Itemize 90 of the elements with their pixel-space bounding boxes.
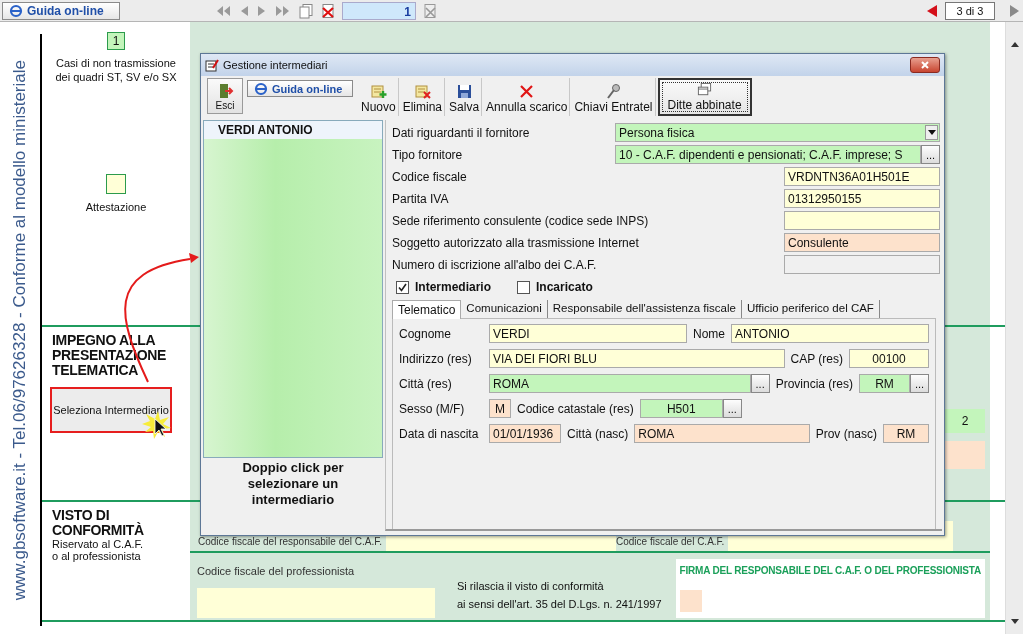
text-field[interactable]: ROMA xyxy=(634,424,810,443)
text-field[interactable]: M xyxy=(489,399,511,418)
section-subheading: Riservato al C.A.F. o al professionista xyxy=(51,538,145,562)
field-label: Attestazione xyxy=(85,200,147,214)
field-label: Sede riferimento consulente (codice sede INPS) xyxy=(392,213,650,228)
input-box[interactable] xyxy=(679,590,702,612)
number-field[interactable]: 1 xyxy=(107,32,125,50)
input-box[interactable] xyxy=(106,174,126,194)
field-label: Casi di non trasmissione dei quadri ST, SV e/o SX xyxy=(55,56,177,84)
key-icon xyxy=(604,83,622,100)
text-field[interactable] xyxy=(784,255,940,274)
scrollbar[interactable] xyxy=(1005,22,1023,634)
close-button[interactable] xyxy=(910,57,940,73)
field-label: Città (res) xyxy=(399,376,453,391)
delete-page-icon xyxy=(320,2,336,19)
close-icon xyxy=(920,60,930,70)
field-label: Città (nasc) xyxy=(567,426,629,441)
browse-button[interactable]: ... xyxy=(921,145,940,164)
delete-document-icon xyxy=(413,83,431,100)
check-icon xyxy=(398,282,407,292)
input-box[interactable] xyxy=(945,441,985,469)
previous-arrow-icon xyxy=(925,2,939,19)
text-field[interactable] xyxy=(784,211,940,230)
toolbar-button[interactable]: Salva xyxy=(447,78,483,116)
text-field[interactable]: 10 - C.A.F. dipendenti e pensionati; C.A.F. imprese; S xyxy=(615,145,921,164)
field-label: Sesso (M/F) xyxy=(399,401,466,416)
field-label: Codice fiscale del C.A.F. xyxy=(616,536,725,549)
field-label: Codice fiscale xyxy=(392,169,468,184)
field-label: Numero di iscrizione all'albo dei C.A.F. xyxy=(392,257,598,272)
text-field[interactable]: Consulente xyxy=(784,233,940,252)
dropdown-field[interactable]: Persona fisica xyxy=(615,123,940,142)
window-title: Gestione intermediari xyxy=(223,59,329,71)
field-label: Indirizzo (res) xyxy=(399,351,473,366)
windows-icon xyxy=(696,82,714,98)
browser-icon xyxy=(9,3,23,18)
section-heading: VISTO DI CONFORMITÀ xyxy=(51,508,145,538)
help-button[interactable]: Guida on-line xyxy=(247,80,353,97)
browser-icon xyxy=(254,81,268,96)
field-label: Codice catastale (res) xyxy=(517,401,634,416)
text-field[interactable]: ROMA xyxy=(489,374,751,393)
save-icon xyxy=(455,83,473,100)
help-button[interactable]: Guida on-line xyxy=(2,1,120,20)
text-field[interactable]: ANTONIO xyxy=(731,324,929,343)
select-button[interactable]: Seleziona Intermediario xyxy=(50,387,172,433)
text-field[interactable]: RM xyxy=(859,374,910,393)
text-field[interactable]: VIA DEI FIORI BLU xyxy=(489,349,785,368)
text-field[interactable]: VRDNTN36A01H501E xyxy=(784,167,940,186)
field-label: Codice fiscale del professionista xyxy=(197,565,356,579)
text-field[interactable]: VERDI xyxy=(489,324,687,343)
toolbar-button[interactable]: Elimina xyxy=(400,78,446,116)
statement-text: Si rilascia il visto di conformità ai sensi dell'art. 35 del D.Lgs. n. 241/1997 xyxy=(457,579,663,612)
field-label: Prov (nasc) xyxy=(815,426,877,441)
field-label: Data di nascita xyxy=(399,426,480,441)
toolbar-button[interactable]: Nuovo xyxy=(359,78,399,116)
signature-label: FIRMA DEL RESPONSABILE DEL C.A.F. O DEL PROFESSIONISTA xyxy=(679,565,981,576)
text-field[interactable]: H501 xyxy=(639,399,723,418)
new-document-icon xyxy=(369,83,387,100)
caret-icon xyxy=(927,130,936,135)
field-label: Codice fiscale del responsabile del C.A.F. xyxy=(198,536,382,549)
checkbox[interactable]: Incaricato xyxy=(517,280,593,294)
next-arrow-icon xyxy=(1007,2,1021,19)
hint-text: Doppio click per selezionare un intermediario xyxy=(241,459,345,509)
input-field[interactable] xyxy=(197,588,435,618)
text-field[interactable]: 01312950155 xyxy=(784,189,940,208)
side-caption: www.gbsoftware.it - Tel.06/97626328 - Conforme al modello ministeriale xyxy=(10,59,30,601)
browse-button[interactable]: ... xyxy=(910,374,929,393)
toolbar-button[interactable]: Ditte abbinate xyxy=(657,78,752,116)
text-field[interactable]: 00100 xyxy=(849,349,929,368)
toolbar-button[interactable]: Esci xyxy=(207,78,243,114)
field-label: Nome xyxy=(693,326,725,341)
text-field[interactable]: 01/01/1936 xyxy=(489,424,561,443)
list-item[interactable]: VERDI ANTONIO xyxy=(204,121,382,139)
field-label: Tipo fornitore xyxy=(392,147,464,162)
toolbar-button[interactable]: Annulla scarico xyxy=(484,78,571,116)
toolbar-button[interactable]: Chiavi Entratel xyxy=(572,78,656,116)
number-field[interactable]: 2 xyxy=(945,409,985,433)
page-counter: 3 di 3 xyxy=(945,1,995,20)
field-label: Cognome xyxy=(399,326,453,341)
checkbox[interactable]: Intermediario xyxy=(396,280,492,294)
field-label: Soggetto autorizzato alla trasmissione Internet xyxy=(392,235,640,250)
page-field[interactable]: 1 xyxy=(342,1,416,20)
close-icon xyxy=(518,83,536,100)
tab[interactable]: Telematico xyxy=(392,300,462,319)
text-field[interactable]: RM xyxy=(883,424,929,443)
edit-icon xyxy=(205,58,219,72)
field-label: Dati riguardanti il fornitore xyxy=(392,125,531,140)
pages-icon xyxy=(298,2,314,19)
field-label: CAP (res) xyxy=(790,351,843,366)
field-label: Provincia (res) xyxy=(775,376,853,391)
field-label: Partita IVA xyxy=(392,191,450,206)
